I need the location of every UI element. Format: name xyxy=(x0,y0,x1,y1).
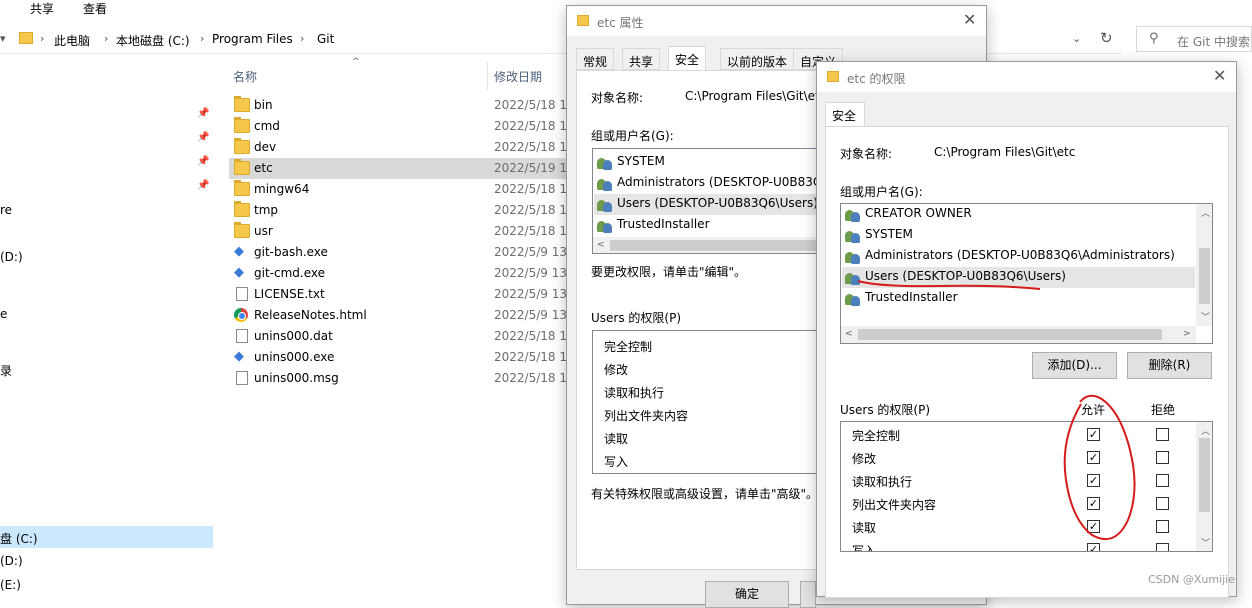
red-underline-annotation xyxy=(857,280,1041,290)
red-circle-annotation xyxy=(1063,394,1136,540)
red-annotation-layer xyxy=(857,280,1136,540)
watermark: CSDN @Xumijie xyxy=(1148,573,1236,586)
